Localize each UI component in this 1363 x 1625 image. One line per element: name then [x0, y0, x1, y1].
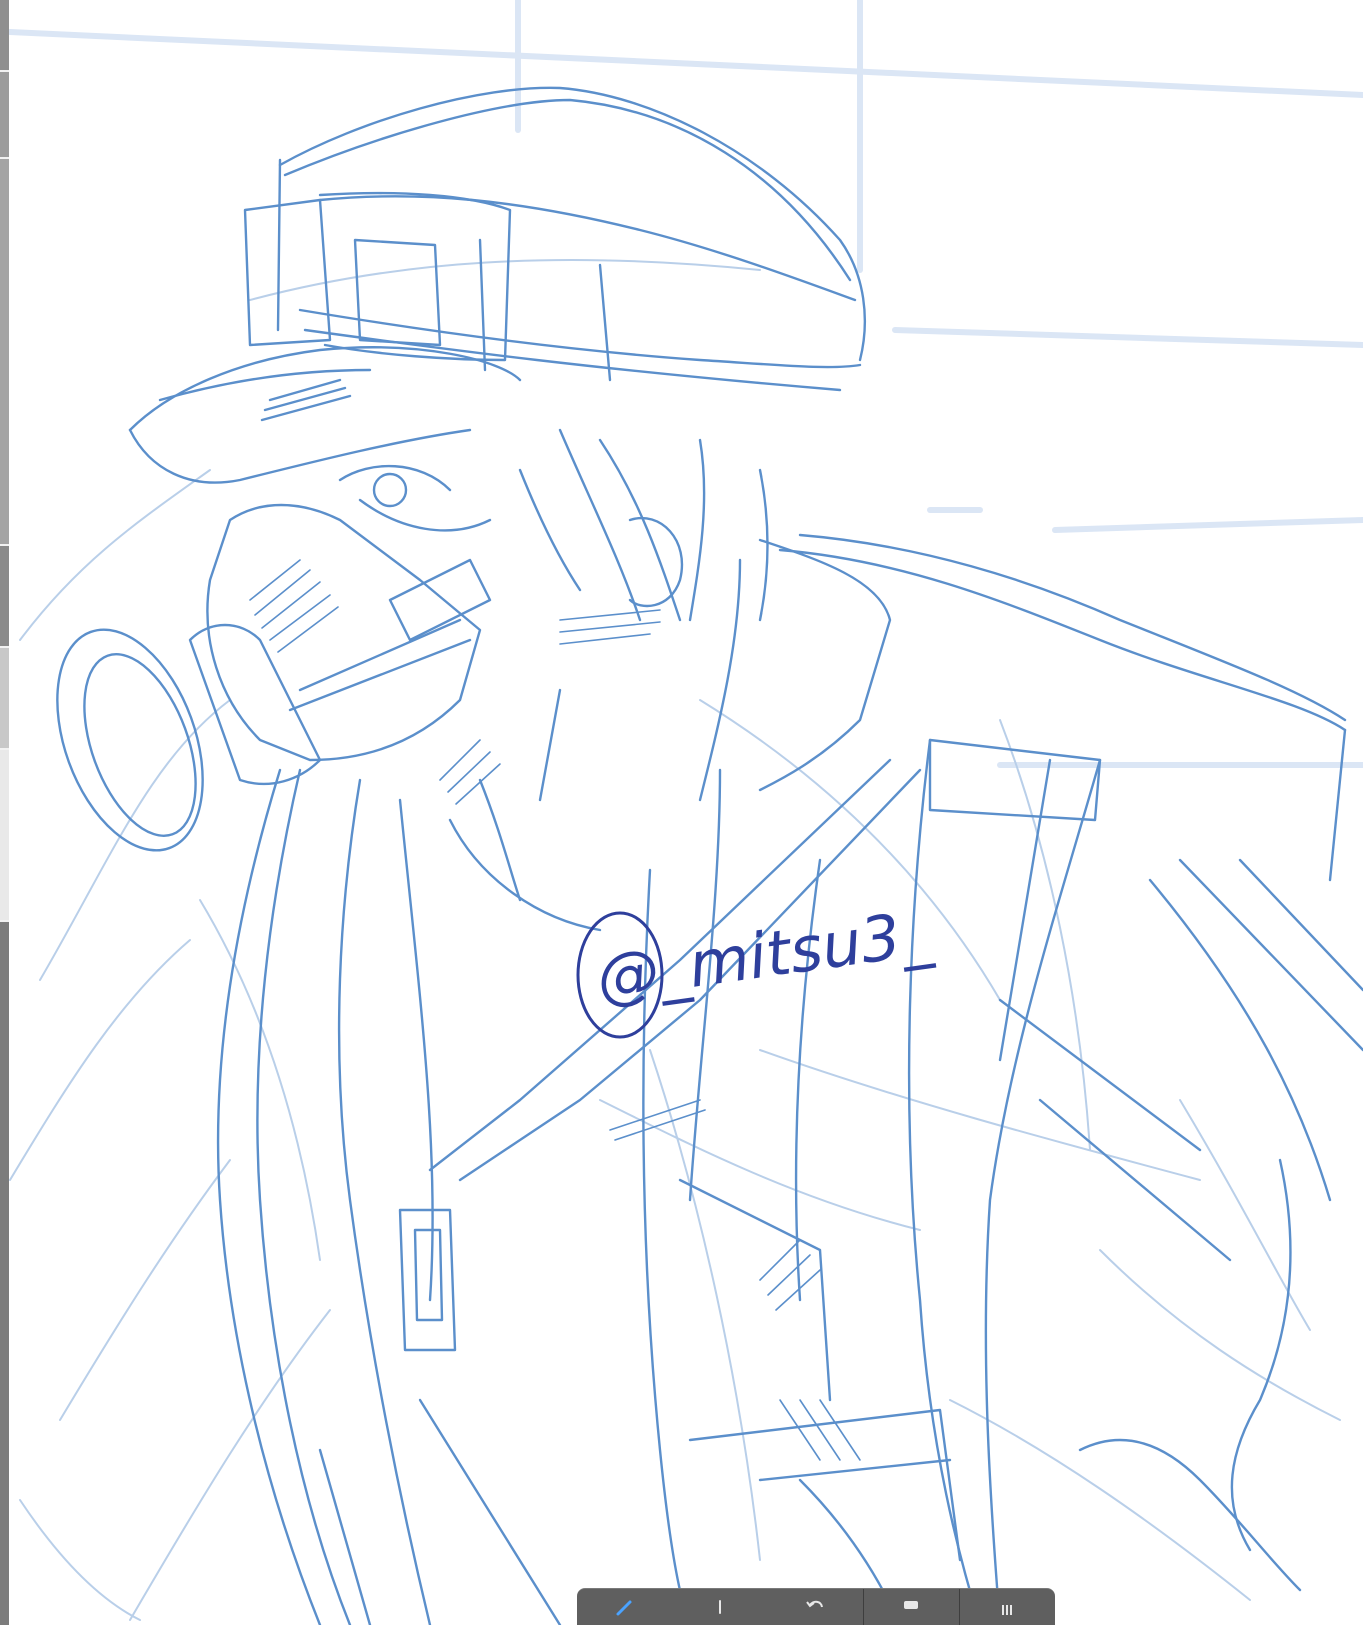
brush-tool-button[interactable]: [577, 1589, 672, 1625]
grid-icon: [996, 1597, 1018, 1617]
strip-segment: [0, 546, 9, 646]
strip-segment: [0, 750, 9, 920]
undo-button[interactable]: [767, 1589, 862, 1625]
layer-icon: [900, 1597, 922, 1617]
strip-segment: [0, 159, 9, 544]
hatching: [249, 559, 861, 1461]
left-sidebar-strip: [0, 0, 9, 1625]
strip-segment: [0, 922, 9, 1625]
bottom-toolbar: [577, 1588, 1055, 1625]
undo-icon: [804, 1597, 826, 1617]
layer-button[interactable]: [864, 1589, 959, 1625]
line-art: [56, 86, 1363, 1625]
eyedropper-icon: [710, 1597, 730, 1617]
signature-text: @_mitsu3_: [592, 896, 937, 1015]
grid-button[interactable]: [960, 1589, 1055, 1625]
strip-segment: [0, 648, 9, 748]
strip-segment: [0, 72, 9, 157]
brush-icon: [615, 1597, 635, 1617]
drawing-app-screen: @_mitsu3_: [0, 0, 1363, 1625]
drawing-canvas[interactable]: @_mitsu3_: [0, 0, 1363, 1625]
artist-signature: @_mitsu3_: [576, 896, 937, 1039]
guide-lines: [7, 0, 1363, 768]
eyedropper-tool-button[interactable]: [672, 1589, 767, 1625]
strip-segment: [0, 0, 9, 70]
